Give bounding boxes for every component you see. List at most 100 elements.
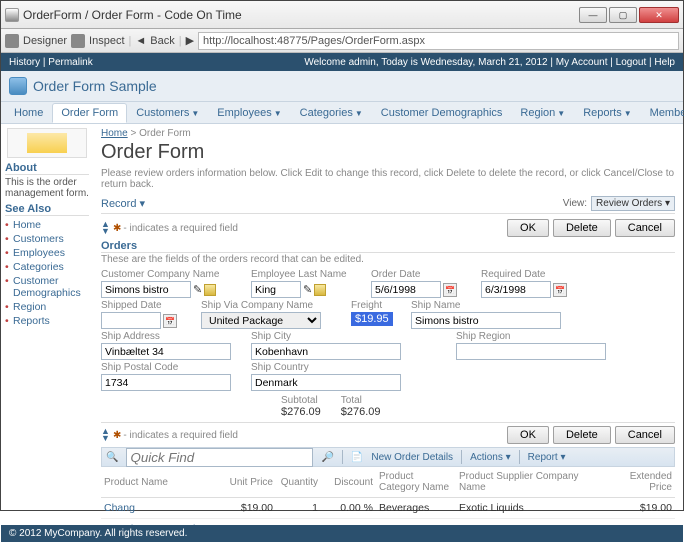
details-grid: Product Name Unit Price Quantity Discoun… [101,467,675,525]
new-details-button[interactable]: New Order Details [371,452,453,463]
sidebar-item-employees[interactable]: Employees [5,246,89,260]
go-icon[interactable]: ▶ [186,34,194,47]
shipdate-field[interactable] [101,312,161,329]
table-row[interactable]: Chang $19.00 1 0.00 % Beverages Exotic L… [101,498,675,519]
cancel-button[interactable]: Cancel [615,219,675,237]
delete-button-2[interactable]: Delete [553,426,611,444]
shipregion-field[interactable] [456,343,606,360]
col-cat[interactable]: Product Category Name [376,467,456,498]
col-product[interactable]: Product Name [101,467,221,498]
orders-desc: These are the fields of the orders recor… [101,254,675,265]
lookup-icon[interactable] [204,284,216,296]
designer-button[interactable]: Designer [23,35,67,47]
orderdate-field[interactable] [371,281,441,298]
back-icon: ◄ [135,35,146,47]
orders-heading: Orders [101,240,675,253]
reqdate-field[interactable] [481,281,551,298]
shipname-field[interactable] [411,312,561,329]
edit-icon[interactable]: ✎ [303,283,312,296]
top-banner: History | Permalink Welcome admin, Today… [1,53,683,71]
tab-membership[interactable]: Membership [641,103,684,123]
ok-button[interactable]: OK [507,219,549,237]
sidebar-item-customers[interactable]: Customers [5,232,89,246]
cancel-button-2[interactable]: Cancel [615,426,675,444]
employee-field[interactable] [251,281,301,298]
chevron-down-icon: ▼ [274,109,282,118]
sidebar-item-custdemo[interactable]: Customer Demographics [5,274,89,300]
sidebar-item-reports[interactable]: Reports [5,314,89,328]
shipvia-select[interactable]: United Package [201,312,321,329]
required-note: - indicates a required field [123,223,238,234]
history-link[interactable]: History [9,57,40,68]
address-bar[interactable]: http://localhost:48775/Pages/OrderForm.a… [198,32,679,50]
table-row[interactable]: Grandma's Boysenberry Spread $25.00 1 0.… [101,519,675,526]
sidebar-thumbnail [7,128,87,158]
chevron-down-icon: ▼ [557,109,565,118]
app-name: Order Form Sample [33,78,157,94]
page-title: Order Form [101,141,675,164]
myaccount-link[interactable]: My Account [556,57,608,68]
col-price[interactable]: Unit Price [221,467,276,498]
help-link[interactable]: Help [654,57,675,68]
col-supp[interactable]: Product Supplier Company Name [456,467,605,498]
minimize-button[interactable]: — [579,7,607,23]
app-logo-icon [9,77,27,95]
total-value: $276.09 [341,406,381,418]
col-qty[interactable]: Quantity [276,467,321,498]
new-icon: 📄 [351,452,363,463]
sidebar-item-home[interactable]: Home [5,218,89,232]
close-button[interactable]: ✕ [639,7,679,23]
col-disc[interactable]: Discount [321,467,376,498]
shippostal-field[interactable] [101,374,231,391]
tab-orderform[interactable]: Order Form [52,103,127,123]
tab-customers[interactable]: Customers▼ [127,103,208,123]
freight-field[interactable]: $19.95 [351,312,393,326]
search-go-icon[interactable]: 🔎 [321,452,333,463]
tab-reports[interactable]: Reports▼ [574,103,640,123]
tab-home[interactable]: Home [5,103,52,123]
pager-icon[interactable]: ▲▼ [101,221,111,235]
tab-employees[interactable]: Employees▼ [208,103,290,123]
actions-menu[interactable]: Actions ▾ [470,452,511,463]
crumb-home[interactable]: Home [101,128,128,139]
delete-button[interactable]: Delete [553,219,611,237]
intro-text: Please review orders information below. … [101,168,675,190]
tab-region[interactable]: Region▼ [511,103,574,123]
ok-button-2[interactable]: OK [507,426,549,444]
edit-icon[interactable]: ✎ [193,283,202,296]
customer-field[interactable] [101,281,191,298]
back-button[interactable]: Back [150,35,174,47]
shipcity-field[interactable] [251,343,401,360]
inspect-button[interactable]: Inspect [89,35,124,47]
tab-custdemo[interactable]: Customer Demographics [372,103,512,123]
calendar-icon[interactable]: 📅 [553,283,567,297]
search-icon[interactable]: 🔍 [106,452,118,463]
pager-icon[interactable]: ▲▼ [101,428,111,442]
col-ext[interactable]: Extended Price [605,467,675,498]
quickfind-input[interactable] [126,448,313,467]
record-menu[interactable]: Record ▾ [101,197,145,210]
window-titlebar: OrderForm / Order Form - Code On Time — … [1,1,683,29]
inspect-icon [71,34,85,48]
sidebar-item-region[interactable]: Region [5,300,89,314]
sidebar: About This is the order management form.… [1,124,93,525]
shipcountry-field[interactable] [251,374,401,391]
required-marker-icon: ✱ [113,430,121,441]
view-selector[interactable]: Review Orders ▾ [591,196,675,211]
lookup-icon[interactable] [314,284,326,296]
main-content: Home > Order Form Order Form Please revi… [93,124,683,525]
logout-link[interactable]: Logout [616,57,647,68]
chevron-down-icon: ▾ [140,198,146,210]
page-footer: © 2012 MyCompany. All rights reserved. [1,525,683,542]
maximize-button[interactable]: ▢ [609,7,637,23]
shipaddr-field[interactable] [101,343,231,360]
calendar-icon[interactable]: 📅 [163,314,177,328]
sidebar-item-categories[interactable]: Categories [5,260,89,274]
report-menu[interactable]: Report ▾ [528,452,566,463]
chevron-down-icon: ▼ [624,109,632,118]
permalink-link[interactable]: Permalink [48,57,92,68]
tab-categories[interactable]: Categories▼ [291,103,372,123]
main-tabs: Home Order Form Customers▼ Employees▼ Ca… [1,102,683,124]
calendar-icon[interactable]: 📅 [443,283,457,297]
required-note: - indicates a required field [123,430,238,441]
